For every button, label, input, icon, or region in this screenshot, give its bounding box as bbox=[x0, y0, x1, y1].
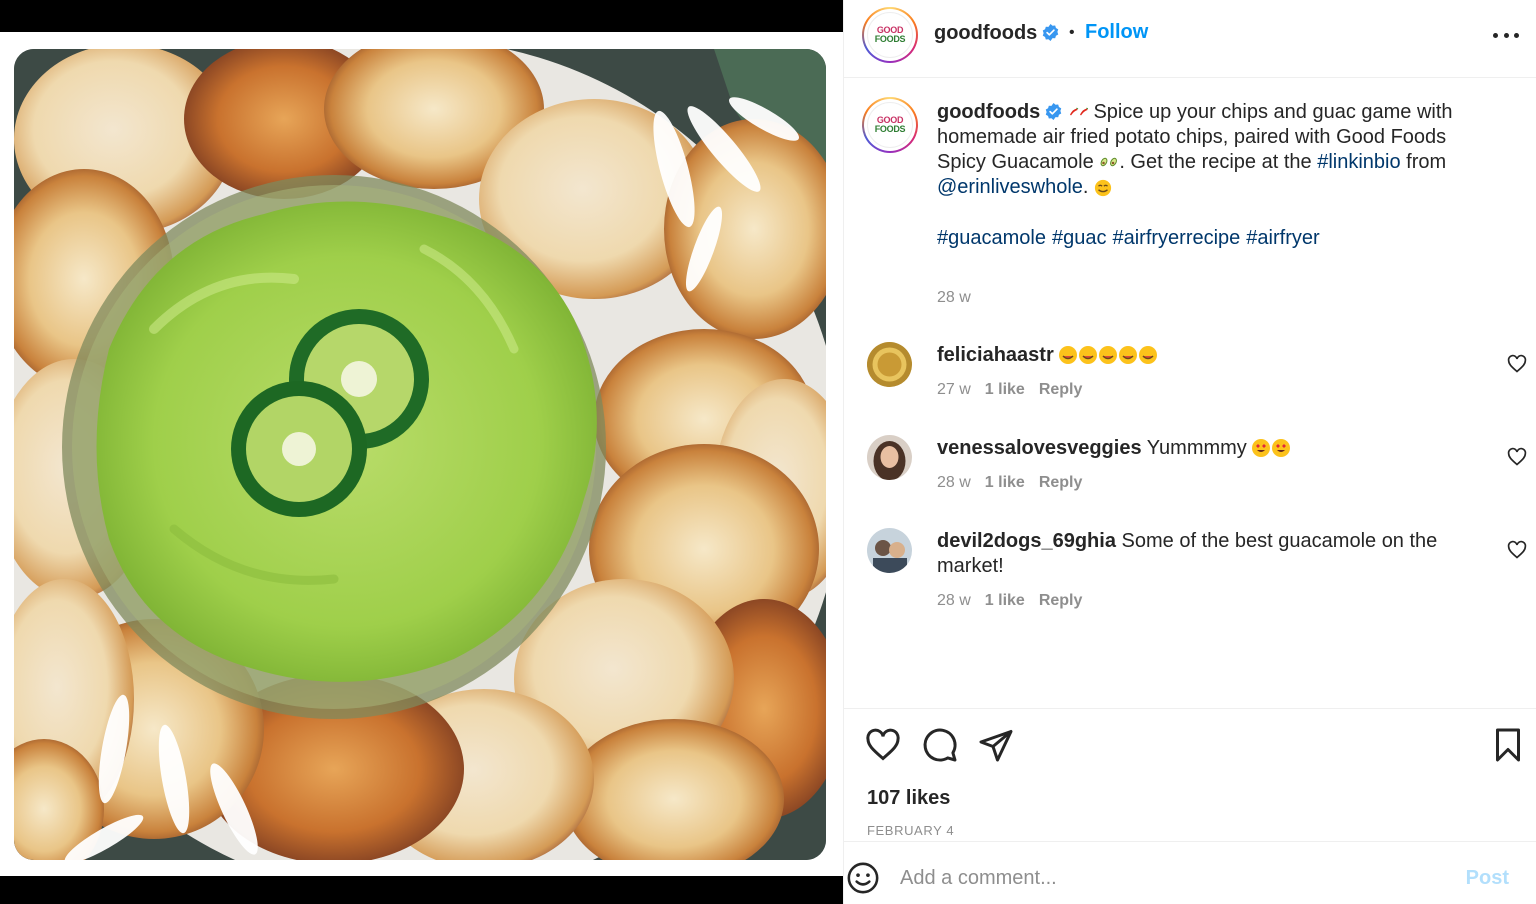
caption-timestamp[interactable]: 28 w bbox=[937, 289, 971, 307]
comment-meta: 27 w 1 like Reply bbox=[937, 381, 1096, 399]
comment-time[interactable]: 28 w bbox=[937, 592, 971, 609]
bookmark-icon[interactable] bbox=[1490, 727, 1526, 763]
separator-dot: • bbox=[1069, 24, 1075, 41]
comment-likes[interactable]: 1 like bbox=[985, 474, 1025, 491]
heart-icon[interactable] bbox=[1507, 447, 1527, 467]
yum-emoji-icon bbox=[1059, 346, 1158, 364]
header-username[interactable]: goodfoods bbox=[934, 22, 1059, 45]
hashtag-item[interactable]: #airfryer bbox=[1246, 227, 1319, 249]
comment-text: devil2dogs_69ghia Some of the best guaca… bbox=[937, 529, 1482, 579]
instagram-post-modal: GOOD FOODS goodfoods • Follow GOOD FOODS bbox=[0, 0, 1536, 904]
mention-link[interactable]: @erinliveswhole bbox=[937, 176, 1083, 198]
post-button[interactable]: Post bbox=[1466, 867, 1509, 890]
emoji-icon[interactable] bbox=[846, 861, 880, 895]
avatar[interactable] bbox=[867, 528, 912, 573]
comment-username[interactable]: feliciahaastr bbox=[937, 344, 1054, 366]
hashtag-item[interactable]: #guac bbox=[1052, 227, 1107, 249]
avocado-emoji-icon bbox=[1100, 157, 1118, 167]
verified-icon bbox=[1043, 24, 1059, 41]
hashtag-item[interactable]: #guacamole bbox=[937, 227, 1046, 249]
caption-text: goodfoods Spice up your chips and guac g… bbox=[937, 100, 1497, 200]
hashtag-link[interactable]: #linkinbio bbox=[1317, 151, 1400, 173]
hashtag-item[interactable]: #airfryerrecipe bbox=[1112, 227, 1240, 249]
media-frame bbox=[0, 32, 843, 876]
comment-meta: 28 w 1 like Reply bbox=[937, 592, 1096, 610]
comment-time[interactable]: 28 w bbox=[937, 474, 971, 491]
header-avatar[interactable]: GOOD FOODS bbox=[862, 7, 918, 63]
comment-likes[interactable]: 1 like bbox=[985, 592, 1025, 609]
media-area bbox=[0, 0, 843, 904]
caption-body-4: . bbox=[1082, 176, 1089, 198]
comment-text: feliciahaastr bbox=[937, 343, 1482, 368]
goodfoods-logo: GOOD FOODS bbox=[867, 102, 913, 148]
comment-icon[interactable] bbox=[922, 727, 958, 763]
post-details-panel: GOOD FOODS goodfoods • Follow GOOD FOODS bbox=[843, 0, 1536, 904]
comment-meta: 28 w 1 like Reply bbox=[937, 474, 1096, 492]
follow-button[interactable]: Follow bbox=[1085, 21, 1148, 44]
likes-count[interactable]: 107 likes bbox=[867, 787, 950, 810]
comment-username[interactable]: devil2dogs_69ghia bbox=[937, 530, 1116, 552]
heart-icon[interactable] bbox=[1507, 354, 1527, 374]
comment-text: venessalovesveggies Yummmmy bbox=[937, 436, 1482, 461]
more-icon[interactable] bbox=[1493, 22, 1519, 48]
chili-pepper-emoji-icon bbox=[1069, 107, 1088, 116]
smiling-emoji-icon bbox=[1094, 179, 1112, 197]
heart-eyes-emoji-icon bbox=[1252, 439, 1291, 457]
reply-button[interactable]: Reply bbox=[1039, 381, 1083, 398]
comment-input[interactable] bbox=[900, 860, 1440, 896]
caption-avatar[interactable]: GOOD FOODS bbox=[862, 97, 918, 153]
caption-body-3: from bbox=[1406, 151, 1447, 173]
avatar[interactable] bbox=[867, 435, 912, 480]
comment-composer: Post bbox=[844, 841, 1536, 904]
goodfoods-logo: GOOD FOODS bbox=[867, 12, 913, 58]
post-header: GOOD FOODS goodfoods • Follow bbox=[844, 0, 1536, 78]
reply-button[interactable]: Reply bbox=[1039, 474, 1083, 491]
post-date[interactable]: FEBRUARY 4 bbox=[867, 823, 954, 838]
comment-time[interactable]: 27 w bbox=[937, 381, 971, 398]
post-actions: 107 likes FEBRUARY 4 bbox=[844, 708, 1536, 841]
share-icon[interactable] bbox=[978, 727, 1014, 763]
heart-icon[interactable] bbox=[1507, 540, 1527, 560]
verified-icon bbox=[1046, 103, 1062, 120]
post-photo[interactable] bbox=[14, 49, 826, 860]
hashtag-list: #guacamole #guac #airfryerrecipe #airfryer bbox=[937, 227, 1326, 250]
comment-username[interactable]: venessalovesveggies bbox=[937, 437, 1142, 459]
comment-body: Yummmmy bbox=[1146, 437, 1247, 459]
reply-button[interactable]: Reply bbox=[1039, 592, 1083, 609]
caption-body-2: . Get the recipe at the bbox=[1119, 151, 1312, 173]
caption-username[interactable]: goodfoods bbox=[937, 101, 1040, 123]
avatar[interactable] bbox=[867, 342, 912, 387]
heart-icon[interactable] bbox=[865, 727, 901, 763]
comment-likes[interactable]: 1 like bbox=[985, 381, 1025, 398]
